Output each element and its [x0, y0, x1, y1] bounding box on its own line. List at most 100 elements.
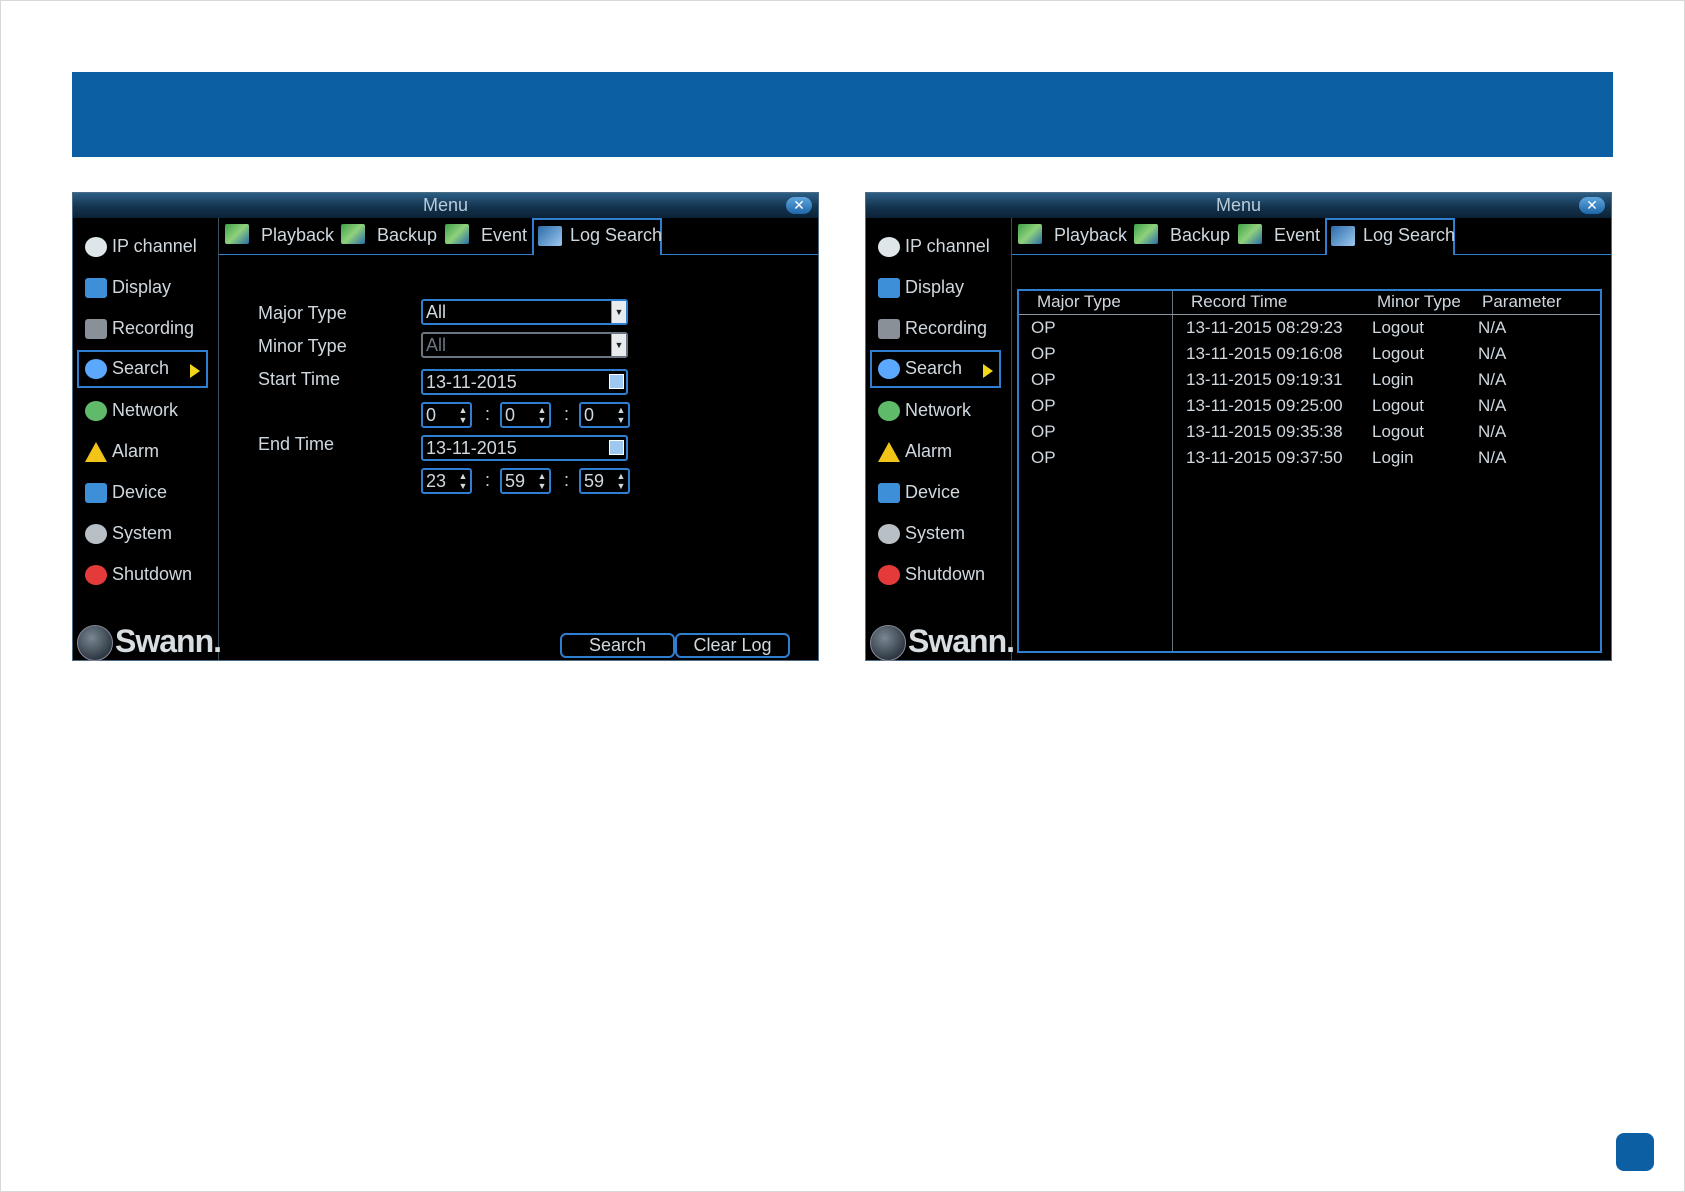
sidebar-menu: IP channel Display Recording Search Netw… — [73, 218, 222, 661]
sidebar-item-label: Display — [112, 277, 172, 297]
recording-icon — [878, 319, 900, 339]
search-icon — [85, 359, 107, 379]
tab-label: Playback — [1054, 225, 1128, 245]
playback-icon — [1018, 224, 1042, 244]
sidebar-item-network[interactable]: Network — [77, 392, 208, 430]
sidebar-item-device[interactable]: Device — [77, 474, 208, 512]
cell-major-type: OP — [1031, 422, 1056, 441]
log-results-table: Major Type Record Time Minor Type Parame… — [1017, 289, 1602, 653]
swann-logo-mark — [870, 625, 906, 661]
chevron-down-icon: ▼ — [611, 301, 626, 323]
sidebar-item-label: Device — [905, 482, 961, 502]
column-divider — [1172, 291, 1173, 651]
cell-parameter: N/A — [1478, 370, 1507, 389]
end-date-value: 13-11-2015 — [426, 438, 517, 458]
column-header-minor-type[interactable]: Minor Type — [1377, 292, 1461, 312]
power-icon — [878, 565, 900, 585]
cell-parameter: N/A — [1478, 318, 1507, 337]
clear-log-button[interactable]: Clear Log — [675, 633, 790, 658]
calendar-icon[interactable] — [609, 440, 624, 455]
sidebar-item-label: Search — [905, 358, 963, 378]
tab-label: Backup — [377, 225, 438, 245]
sidebar-item-label: Recording — [112, 318, 195, 338]
sidebar-item-label: Recording — [905, 318, 988, 338]
tab-label: Event — [1274, 225, 1321, 245]
network-icon — [85, 401, 107, 421]
start-date-field[interactable]: 13-11-2015 — [421, 369, 628, 395]
cell-major-type: OP — [1031, 370, 1056, 389]
dvr-window-search-form: Menu ✕ IP channel Display Recording Sear… — [72, 192, 819, 661]
tab-playback[interactable]: Playback — [221, 218, 334, 254]
spin-arrows-icon[interactable]: ▲ ▼ — [458, 405, 468, 425]
end-minute-stepper[interactable]: 59 ▲ ▼ — [500, 468, 551, 494]
tab-event[interactable]: Event — [1234, 218, 1322, 254]
sidebar-item-recording[interactable]: Recording — [870, 310, 1001, 348]
start-minute-stepper[interactable]: 0 ▲ ▼ — [500, 402, 551, 428]
end-hour-stepper[interactable]: 23 ▲ ▼ — [421, 468, 472, 494]
cell-record-time: 13-11-2015 09:25:00 — [1186, 396, 1343, 415]
tab-event[interactable]: Event — [441, 218, 529, 254]
sidebar-item-system[interactable]: System — [77, 515, 208, 553]
cell-parameter: N/A — [1478, 448, 1507, 467]
tab-log-search[interactable]: Log Search — [532, 218, 662, 255]
sidebar-menu: IP channel Display Recording Search Netw… — [866, 218, 1015, 661]
sidebar-item-shutdown[interactable]: Shutdown — [77, 556, 208, 594]
log-search-icon — [538, 226, 562, 246]
display-icon — [85, 278, 107, 298]
major-type-select[interactable]: All ▼ — [421, 299, 628, 325]
sidebar-item-recording[interactable]: Recording — [77, 310, 208, 348]
sidebar-item-ip-channel[interactable]: IP channel — [870, 228, 1001, 266]
close-icon[interactable]: ✕ — [786, 197, 812, 214]
time-separator: : — [485, 470, 491, 490]
search-button[interactable]: Search — [560, 633, 675, 658]
sidebar-item-ip-channel[interactable]: IP channel — [77, 228, 208, 266]
chevron-down-icon: ▼ — [611, 334, 626, 356]
sidebar-item-device[interactable]: Device — [870, 474, 1001, 512]
start-second-value: 0 — [584, 405, 595, 425]
cell-parameter: N/A — [1478, 344, 1507, 363]
sidebar-item-display[interactable]: Display — [870, 269, 1001, 307]
sidebar-item-shutdown[interactable]: Shutdown — [870, 556, 1001, 594]
submenu-arrow-icon — [190, 364, 200, 378]
sidebar-item-search[interactable]: Search — [870, 350, 1001, 388]
end-minute-value: 59 — [505, 471, 526, 491]
sidebar-item-label: Search — [112, 358, 170, 378]
close-icon[interactable]: ✕ — [1579, 197, 1605, 214]
sidebar-item-search[interactable]: Search — [77, 350, 208, 388]
spin-arrows-icon[interactable]: ▲ ▼ — [616, 405, 626, 425]
webcam-icon — [85, 237, 107, 257]
tab-label: Log Search — [570, 225, 663, 245]
sidebar-item-alarm[interactable]: Alarm — [870, 433, 1001, 471]
column-header-record-time[interactable]: Record Time — [1191, 292, 1287, 312]
sidebar-item-label: Alarm — [905, 441, 953, 461]
cell-record-time: 13-11-2015 08:29:23 — [1186, 318, 1343, 337]
header-banner — [72, 72, 1613, 157]
column-header-parameter[interactable]: Parameter — [1482, 292, 1561, 312]
tab-backup[interactable]: Backup — [1130, 218, 1230, 254]
sidebar-item-alarm[interactable]: Alarm — [77, 433, 208, 471]
time-separator: : — [485, 404, 491, 424]
calendar-icon[interactable] — [609, 374, 624, 389]
webcam-icon — [878, 237, 900, 257]
start-hour-stepper[interactable]: 0 ▲ ▼ — [421, 402, 472, 428]
tab-label: Backup — [1170, 225, 1231, 245]
spin-arrows-icon[interactable]: ▲ ▼ — [458, 471, 468, 491]
column-header-major-type[interactable]: Major Type — [1037, 292, 1121, 312]
tab-playback[interactable]: Playback — [1014, 218, 1128, 254]
start-hour-value: 0 — [426, 405, 437, 425]
start-second-stepper[interactable]: 0 ▲ ▼ — [579, 402, 630, 428]
spin-arrows-icon[interactable]: ▲ ▼ — [616, 471, 626, 491]
minor-type-select[interactable]: All ▼ — [421, 332, 628, 358]
spin-arrows-icon[interactable]: ▲ ▼ — [537, 405, 547, 425]
sidebar-item-display[interactable]: Display — [77, 269, 208, 307]
sidebar-item-system[interactable]: System — [870, 515, 1001, 553]
tab-log-search[interactable]: Log Search — [1325, 218, 1455, 255]
spin-arrows-icon[interactable]: ▲ ▼ — [537, 471, 547, 491]
backup-icon — [341, 224, 365, 244]
sidebar-item-network[interactable]: Network — [870, 392, 1001, 430]
power-icon — [85, 565, 107, 585]
tab-backup[interactable]: Backup — [337, 218, 437, 254]
end-date-field[interactable]: 13-11-2015 — [421, 435, 628, 461]
end-second-stepper[interactable]: 59 ▲ ▼ — [579, 468, 630, 494]
cell-minor-type: Login — [1372, 370, 1414, 389]
